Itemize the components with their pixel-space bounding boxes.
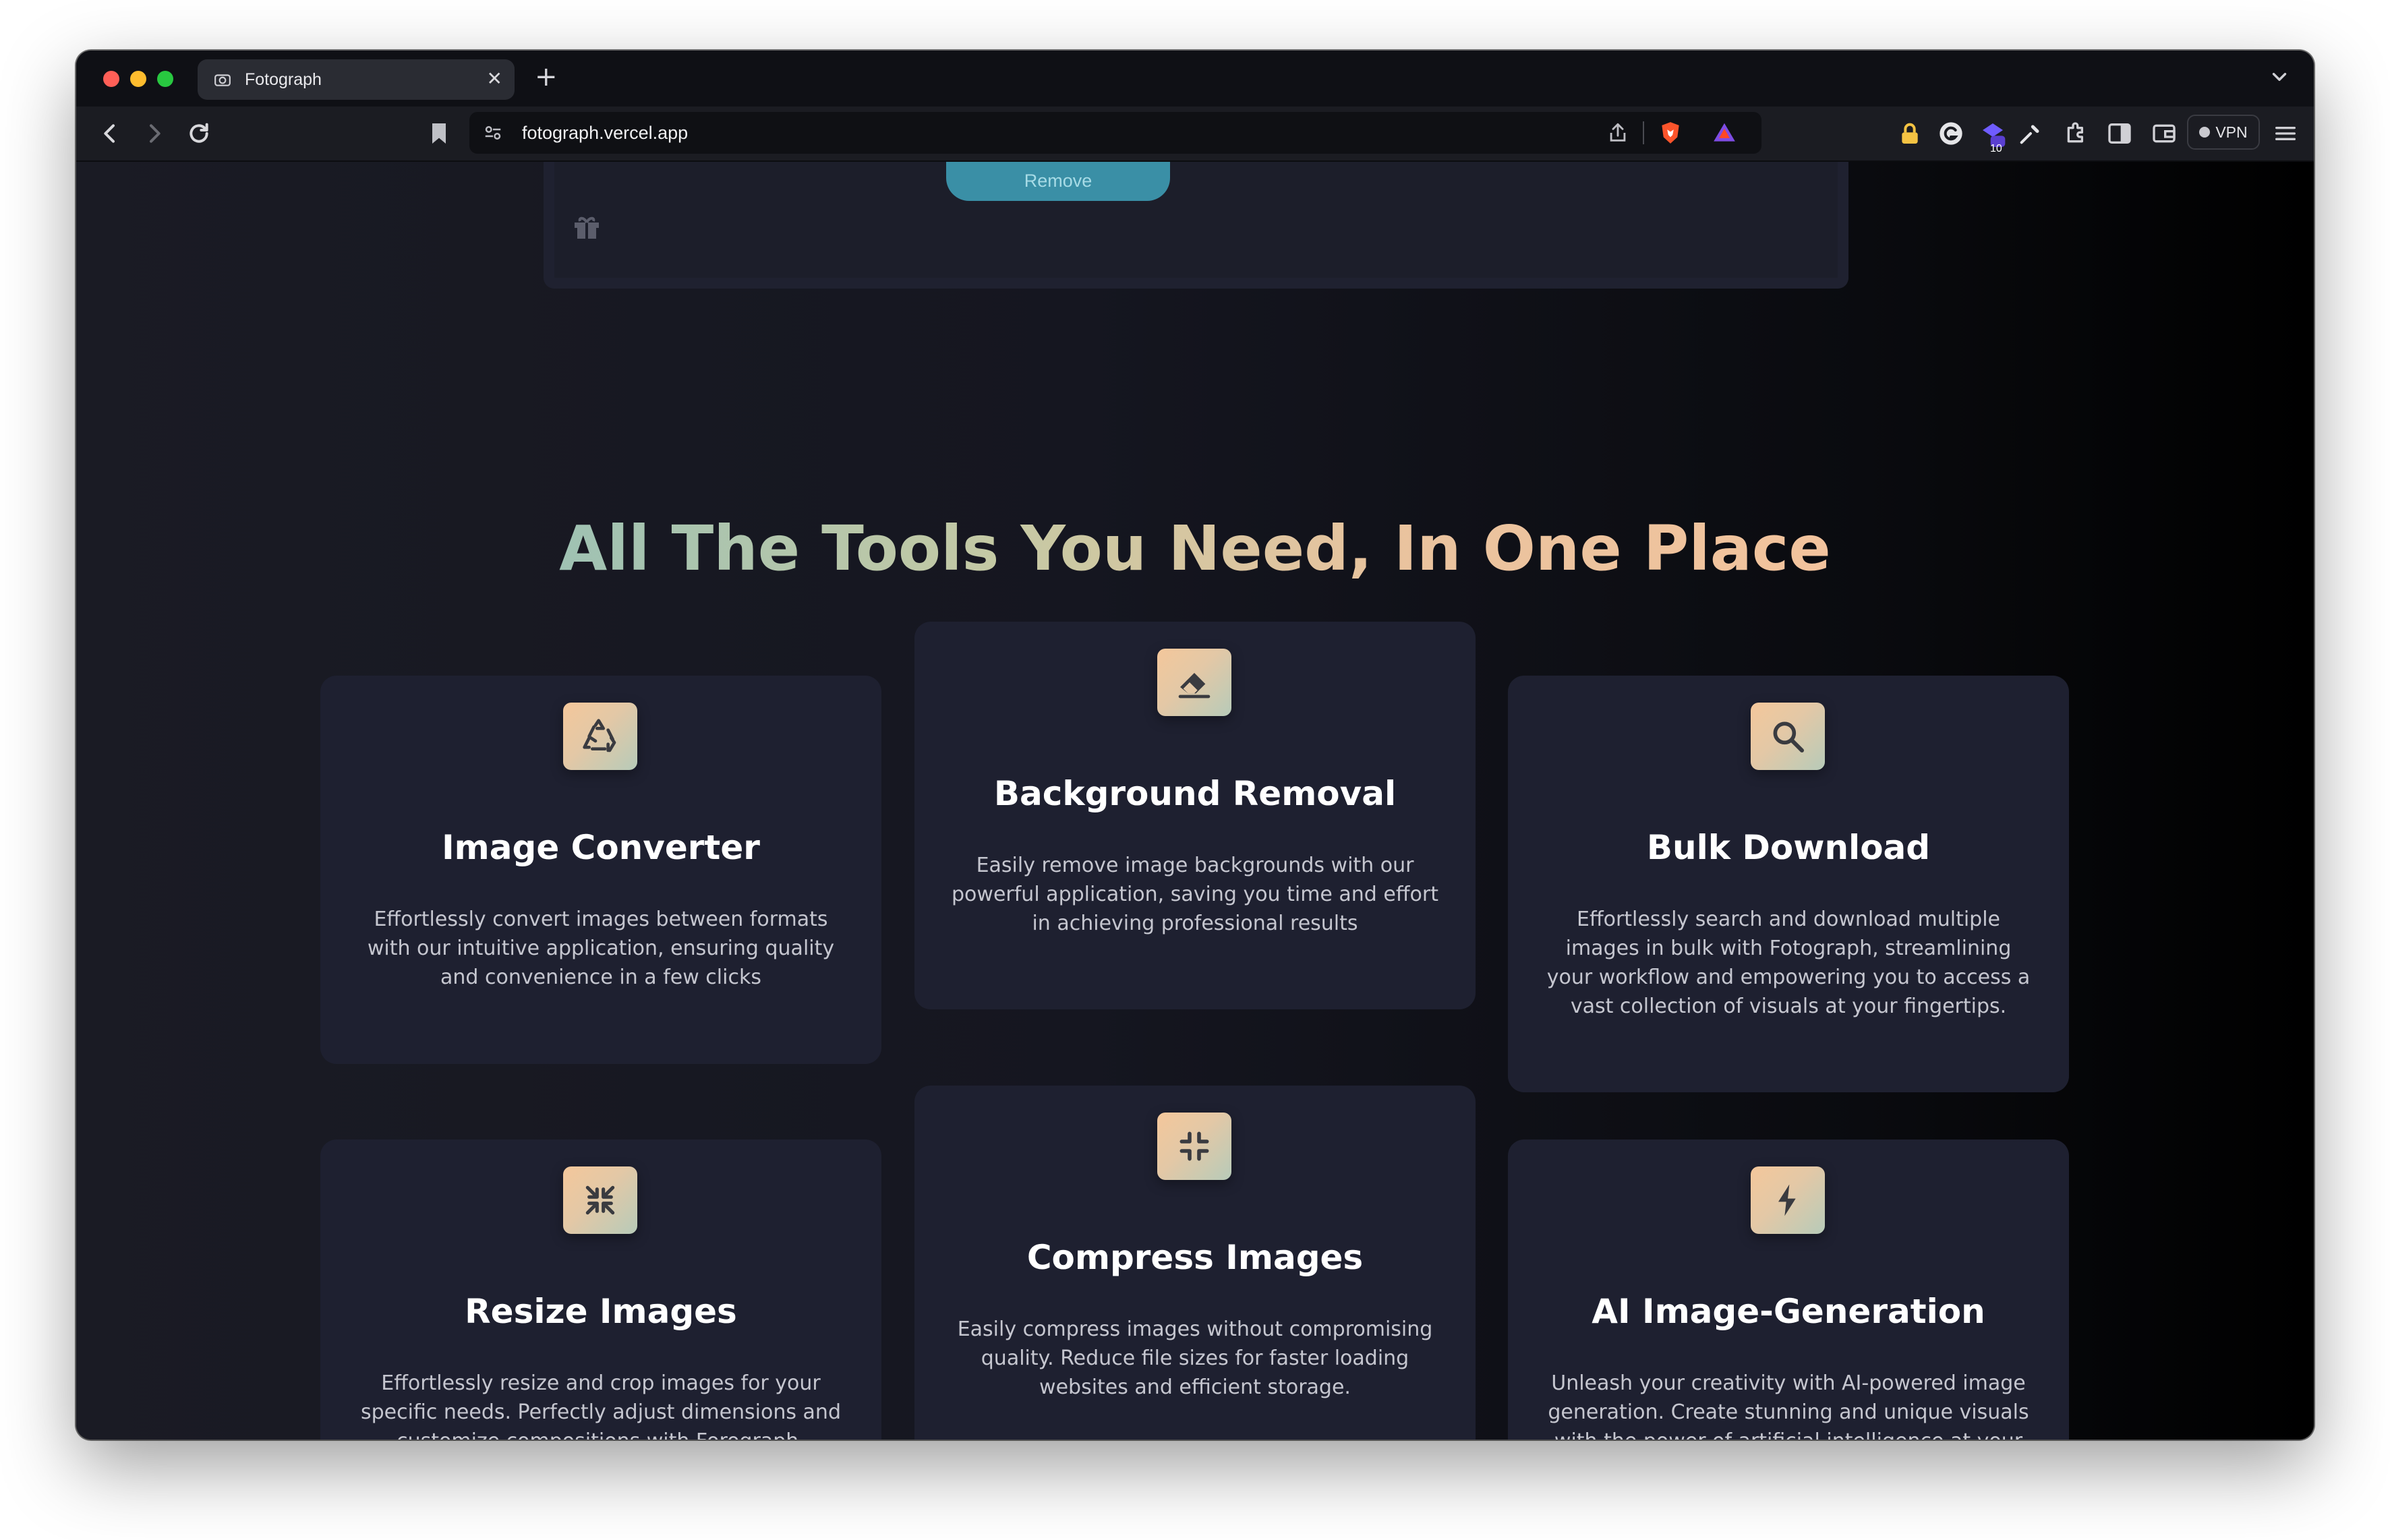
feature-description: Unleash your creativity with AI-powered …: [1548, 1371, 2029, 1440]
icon-badge: [1157, 649, 1231, 716]
feature-card-background-removal[interactable]: Background Removal Easily remove image b…: [914, 622, 1476, 1009]
grammarly-icon[interactable]: [1937, 120, 1964, 147]
recycle-icon: [583, 719, 616, 752]
vpn-status-icon: [2199, 127, 2211, 138]
feature-card-compress-images[interactable]: Compress Images Easily compress images w…: [914, 1086, 1476, 1440]
extensions-puzzle-icon[interactable]: [2063, 120, 2090, 147]
share-icon[interactable]: [1606, 121, 1629, 144]
url-divider: [1643, 121, 1644, 144]
brave-shields-icon[interactable]: [1658, 120, 1683, 146]
vpn-label: VPN: [2215, 123, 2248, 141]
back-arrow-icon[interactable]: [96, 120, 123, 147]
gift-icon[interactable]: [571, 210, 603, 243]
feature-title: Compress Images: [1026, 1238, 1364, 1277]
close-window-button[interactable]: [103, 70, 119, 87]
browser-window: Fotograph ✕ + fotograph.vercel.app 10 VP…: [76, 51, 2314, 1440]
site-settings-icon[interactable]: [483, 123, 503, 143]
feature-card-resize-images[interactable]: Resize Images Effortlessly resize and cr…: [320, 1139, 881, 1440]
feature-description: Effortlessly search and download multipl…: [1546, 908, 2031, 1018]
section-heading-text: All The Tools You Need, In One Place: [559, 512, 1831, 585]
address-bar[interactable]: fotograph.vercel.app: [469, 112, 1761, 154]
feature-card-image-converter[interactable]: Image Converter Effortlessly convert ima…: [320, 676, 881, 1064]
feature-title: AI Image-Generation: [1592, 1292, 1985, 1331]
forward-arrow-icon[interactable]: [141, 120, 168, 147]
feature-title: Bulk Download: [1646, 828, 1931, 867]
search-icon: [1773, 721, 1805, 753]
icon-badge: [563, 703, 637, 770]
chevron-down-icon[interactable]: [2268, 65, 2291, 88]
feature-title: Background Removal: [993, 774, 1397, 813]
wallet-icon[interactable]: [2151, 120, 2178, 147]
tab-bar: Fotograph ✕ +: [76, 51, 2314, 107]
extension-badge-count: 10: [1990, 143, 2002, 154]
sidebar-toggle-icon[interactable]: [2106, 120, 2133, 147]
minimize-window-button[interactable]: [130, 70, 146, 87]
section-heading: All The Tools You Need, In One Place: [76, 512, 2314, 585]
window-controls: [103, 70, 173, 87]
tab-fotograph[interactable]: Fotograph ✕: [198, 59, 515, 100]
feature-description: Effortlessly resize and crop images for …: [361, 1371, 841, 1440]
vpn-button[interactable]: VPN: [2187, 115, 2260, 150]
feature-description: Easily compress images without compromis…: [957, 1317, 1433, 1399]
eraser-icon: [1178, 673, 1211, 699]
eyedropper-icon[interactable]: [2017, 120, 2044, 147]
tab-title: Fotograph: [245, 69, 322, 89]
icon-badge: [1751, 703, 1825, 770]
feature-description: Easily remove image backgrounds with our…: [952, 854, 1438, 935]
feature-card-ai-image-generation[interactable]: AI Image-Generation Unleash your creativ…: [1508, 1139, 2069, 1440]
camera-icon: [214, 74, 231, 86]
resize-icon: [585, 1185, 615, 1215]
browser-toolbar: fotograph.vercel.app 10 VPN: [76, 107, 2314, 162]
icon-badge: [563, 1166, 637, 1234]
upload-card: Remove: [544, 162, 1848, 289]
new-tab-button[interactable]: +: [535, 60, 558, 94]
feature-title: Image Converter: [442, 828, 760, 867]
feature-title: Resize Images: [465, 1292, 737, 1331]
icon-badge: [1751, 1166, 1825, 1234]
tab-close-icon[interactable]: ✕: [487, 69, 502, 89]
feature-card-bulk-download[interactable]: Bulk Download Effortlessly search and do…: [1508, 676, 2069, 1092]
reload-icon[interactable]: [185, 120, 212, 147]
lock-extension-icon[interactable]: [1896, 120, 1923, 147]
bookmark-icon[interactable]: [426, 120, 453, 147]
lightning-icon: [1778, 1184, 1796, 1216]
menu-hamburger-icon[interactable]: [2272, 120, 2299, 147]
page-content: Remove All The Tools You Need, In One Pl…: [76, 162, 2314, 1440]
icon-badge: [1157, 1113, 1231, 1180]
brave-rewards-icon[interactable]: [1712, 120, 1737, 146]
url-text[interactable]: fotograph.vercel.app: [522, 123, 688, 144]
compress-icon: [1179, 1131, 1209, 1161]
remove-button[interactable]: Remove: [946, 162, 1170, 201]
feature-description: Effortlessly convert images between form…: [367, 908, 835, 989]
maximize-window-button[interactable]: [157, 70, 173, 87]
